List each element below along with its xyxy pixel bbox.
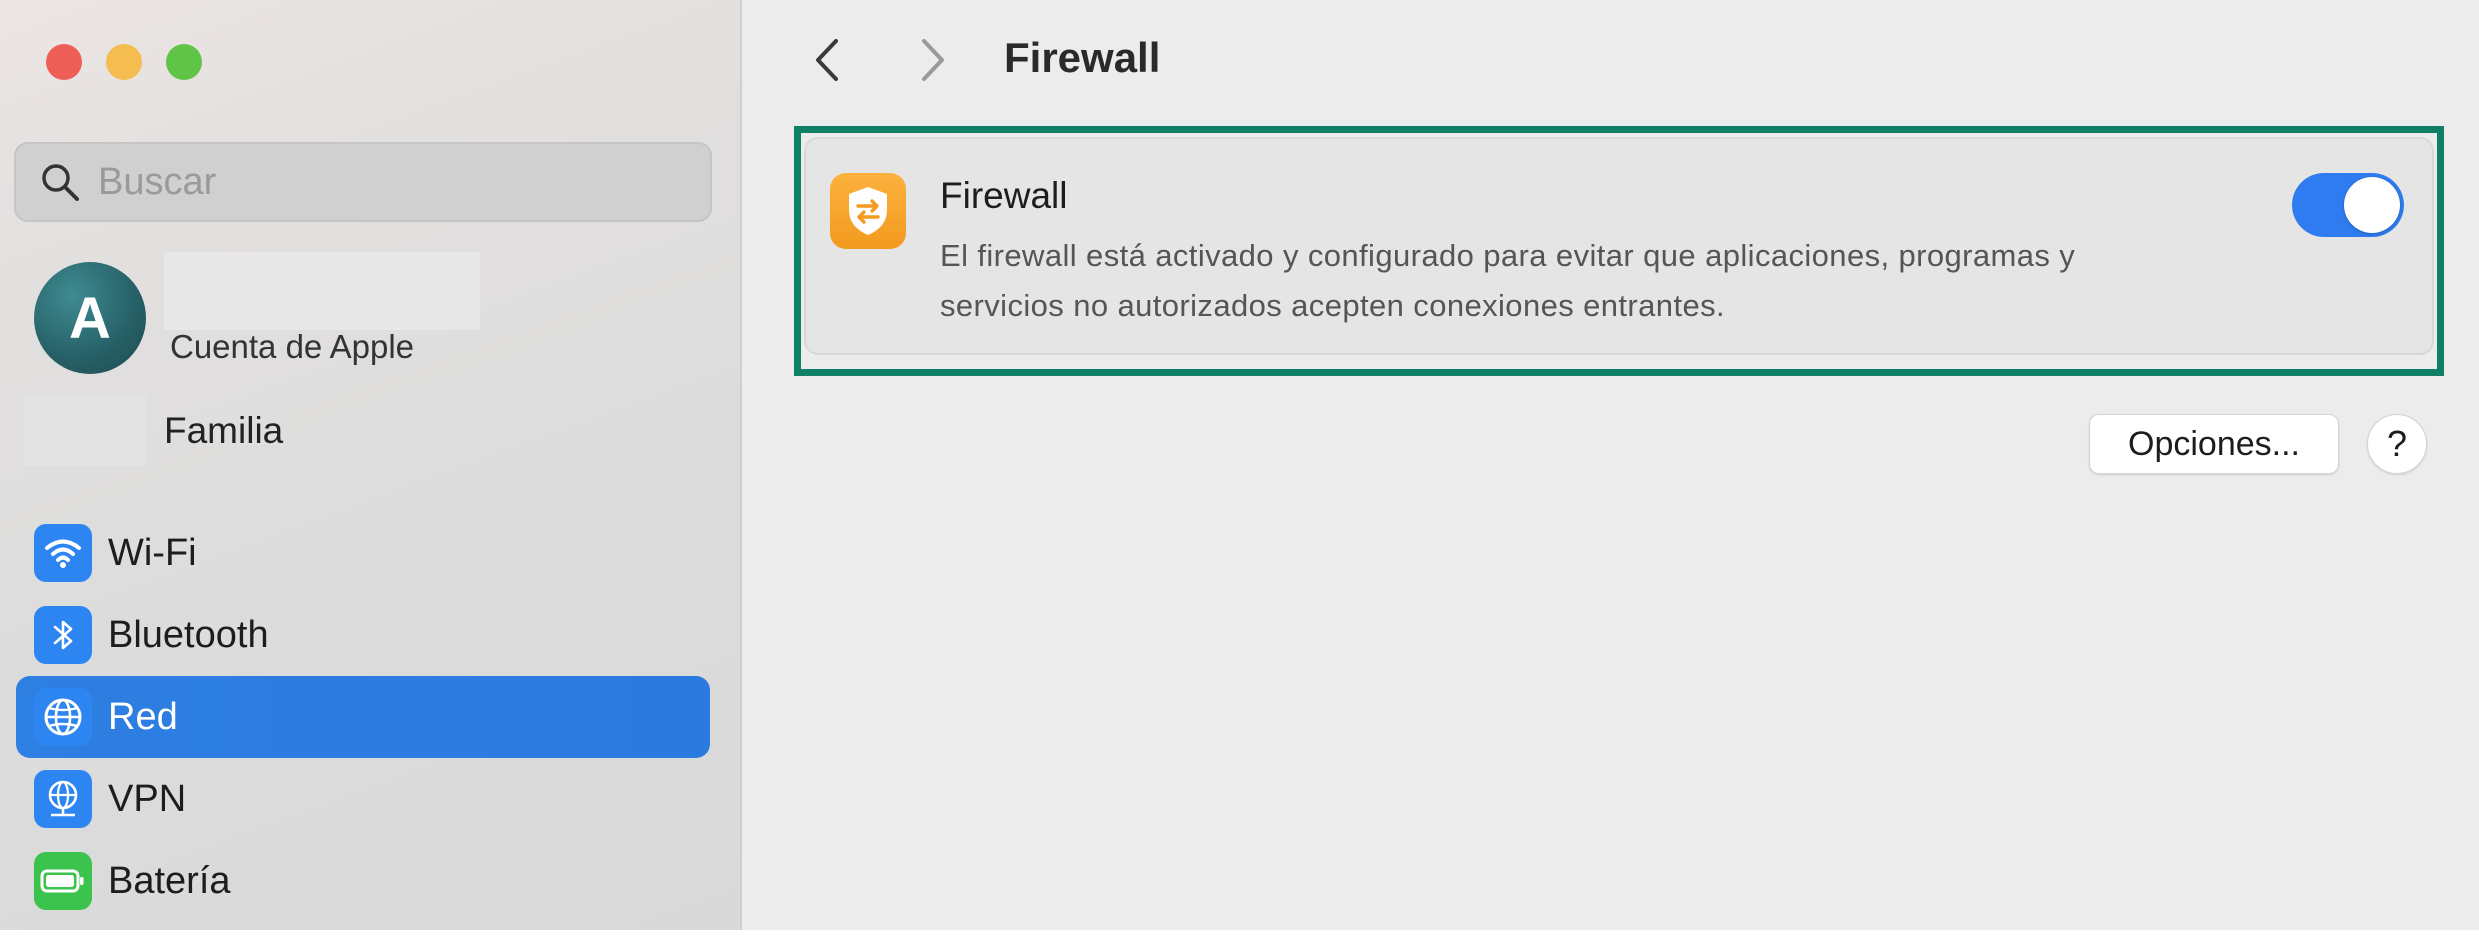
battery-icon	[34, 852, 92, 910]
family-label: Familia	[164, 410, 284, 451]
sidebar-nav: Wi-Fi Bluetooth Red VPN Batería	[16, 512, 710, 922]
family-avatars-redacted	[24, 396, 146, 466]
sidebar-item-vpn[interactable]: VPN	[16, 758, 710, 840]
bluetooth-icon	[34, 606, 92, 664]
sidebar-item-label: Wi-Fi	[108, 531, 197, 574]
back-button[interactable]	[802, 30, 852, 90]
chevron-right-icon	[922, 39, 944, 81]
sidebar-item-label: VPN	[108, 777, 187, 820]
search-input[interactable]	[96, 159, 700, 205]
network-globe-icon	[34, 688, 92, 746]
firewall-card: Firewall El firewall está activado y con…	[804, 137, 2434, 355]
avatar: A	[34, 262, 146, 374]
window-controls	[46, 44, 202, 80]
family-item[interactable]: Familia	[24, 396, 624, 468]
wifi-icon	[34, 524, 92, 582]
firewall-description: El firewall está activado y configurado …	[940, 238, 2076, 323]
account-name-redacted	[164, 252, 480, 330]
settings-window: A Cuenta de Apple Familia Wi-Fi	[0, 0, 2479, 930]
search-icon	[42, 164, 79, 201]
account-subtitle: Cuenta de Apple	[170, 328, 415, 365]
firewall-shield-icon	[830, 173, 906, 249]
chevron-left-icon	[816, 39, 838, 81]
maximize-window-button[interactable]	[166, 44, 202, 80]
sidebar-item-red[interactable]: Red	[16, 676, 710, 758]
help-button[interactable]: ?	[2367, 414, 2427, 474]
close-window-button[interactable]	[46, 44, 82, 80]
options-button[interactable]: Opciones...	[2089, 414, 2339, 474]
minimize-window-button[interactable]	[106, 44, 142, 80]
forward-button[interactable]	[908, 30, 958, 90]
firewall-title: Firewall	[940, 175, 1068, 216]
page-title: Firewall	[1004, 34, 1161, 81]
sidebar-item-bluetooth[interactable]: Bluetooth	[16, 594, 710, 676]
sidebar-item-label: Red	[108, 695, 178, 738]
firewall-toggle[interactable]	[2292, 173, 2404, 237]
toggle-knob	[2344, 177, 2400, 233]
sidebar-item-label: Bluetooth	[108, 613, 269, 656]
vpn-globe-icon	[34, 770, 92, 828]
sidebar-item-label: Batería	[108, 859, 231, 902]
sidebar-item-wifi[interactable]: Wi-Fi	[16, 512, 710, 594]
sidebar: A Cuenta de Apple Familia Wi-Fi	[0, 0, 742, 930]
apple-account-item[interactable]: A Cuenta de Apple	[34, 252, 714, 382]
main-pane: Firewall Firewall El firewall está activ…	[742, 0, 2479, 930]
search-field[interactable]	[14, 142, 712, 222]
sidebar-item-bateria[interactable]: Batería	[16, 840, 710, 922]
